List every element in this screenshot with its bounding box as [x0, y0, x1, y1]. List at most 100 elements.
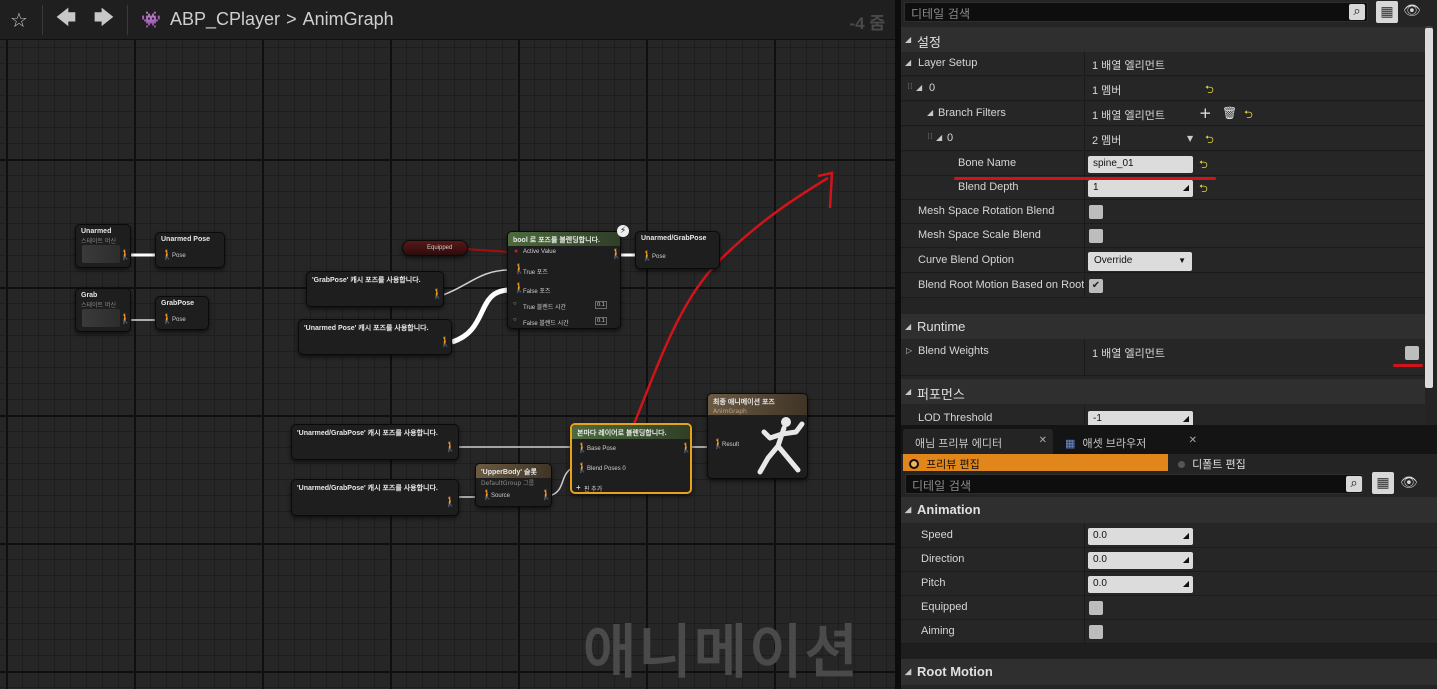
edit-defaults-button[interactable]: 디폴트 편집 — [1172, 454, 1272, 471]
speed-input[interactable]: 0.0 ◢ — [1088, 528, 1193, 545]
reset-to-default-icon[interactable]: ⮌ — [1199, 180, 1208, 199]
section-header-runtime[interactable]: ◢ Runtime — [901, 314, 1425, 339]
reset-to-default-icon[interactable]: ⮌ — [1205, 81, 1214, 100]
pitch-input[interactable]: 0.0 ◢ — [1088, 576, 1193, 593]
toolbar-divider — [42, 4, 43, 35]
float-pin-icon[interactable]: ○ — [513, 301, 517, 307]
output-pose-node[interactable]: 최종 애니메이션 포즈 AnimGraph 🚶 Result — [707, 393, 808, 479]
node-subtitle: 스테이트 머신 — [81, 302, 117, 309]
graph-watermark: 애니메이션 — [583, 618, 860, 686]
visibility-eye-icon[interactable]: 👁 — [1403, 3, 1421, 19]
pose-pin-icon[interactable]: 🚶 — [439, 338, 451, 348]
tab-anim-preview-editor[interactable]: 애님 프리뷰 에디터 ✕ — [903, 429, 1053, 454]
node-title: bool 로 포즈를 블렌딩합니다. — [508, 232, 620, 246]
pose-pin-icon[interactable]: 🚶 — [444, 498, 456, 508]
true-blend-time-input[interactable]: 0.1 — [595, 301, 607, 309]
breadcrumb-graph[interactable]: AnimGraph — [303, 9, 394, 30]
equipped-checkbox[interactable] — [1089, 601, 1103, 615]
details-scrollbar-thumb[interactable] — [1425, 28, 1433, 388]
state-machine-node-grab[interactable]: Grab 스테이트 머신 🚶 — [75, 288, 131, 332]
mesh-scale-blend-checkbox[interactable] — [1089, 229, 1103, 243]
add-pin-icon[interactable]: + — [576, 483, 581, 492]
pin-label: Blend Poses 0 — [587, 466, 626, 472]
pose-pin-icon[interactable]: 🚶 — [119, 251, 131, 261]
lod-threshold-input[interactable]: -1 ◢ — [1088, 411, 1193, 425]
use-cached-pose-node-unarmed-grab-2[interactable]: 'Unarmed/GrabPose' 캐시 포즈를 사용합니다. 🚶 — [291, 479, 459, 516]
section-header-settings[interactable]: ◢ 설정 — [901, 27, 1425, 52]
state-machine-thumbnail — [82, 245, 120, 263]
reset-to-default-icon[interactable]: ⮌ — [1199, 156, 1208, 175]
add-pin-label[interactable]: 핀 추가 — [584, 484, 602, 493]
delete-trash-icon[interactable]: 🗑 — [1222, 106, 1237, 120]
edit-preview-button[interactable]: 프리뷰 편집 — [903, 454, 1168, 471]
blend-depth-input[interactable]: 1 ◢ — [1088, 180, 1193, 197]
drag-handle-icon[interactable]: ⁞⁞ — [927, 132, 933, 142]
column-splitter — [1084, 340, 1085, 376]
preview-search-input[interactable]: 디테일 검색 — [905, 474, 1363, 494]
section-header-animation[interactable]: ◢ Animation — [901, 497, 1437, 523]
anim-graph-canvas[interactable]: Unarmed 스테이트 머신 🚶 Unarmed Pose 🚶 Pose Gr… — [0, 0, 895, 689]
property-label: Bone Name — [958, 157, 1017, 169]
tab-asset-browser[interactable]: ▦ 애셋 브라우저 ✕ — [1053, 429, 1203, 454]
collapse-triangle-icon[interactable]: ◢ — [905, 58, 911, 67]
state-machine-node-unarmed[interactable]: Unarmed 스테이트 머신 🚶 — [75, 224, 131, 268]
false-blend-time-input[interactable]: 0.1 — [595, 317, 607, 325]
asset-browser-icon: ▦ — [1065, 438, 1076, 450]
favorite-star-icon[interactable]: ☆ — [0, 0, 38, 40]
collapse-triangle-icon[interactable]: ◢ — [927, 108, 933, 117]
layered-blend-per-bone-node[interactable]: 본마다 레이어로 블렌딩합니다. 🚶 Base Pose 🚶 Blend Pos… — [570, 423, 692, 494]
chevron-down-icon[interactable]: ▼ — [1187, 134, 1193, 143]
add-element-icon[interactable]: + — [1199, 104, 1212, 122]
use-cached-pose-node-unarmed-grab-1[interactable]: 'Unarmed/GrabPose' 캐시 포즈를 사용합니다. 🚶 — [291, 424, 459, 460]
property-matrix-icon[interactable]: ▦ — [1376, 1, 1398, 23]
expand-triangle-icon[interactable]: ▷ — [906, 346, 912, 355]
speed-value: 0.0 — [1093, 530, 1107, 541]
node-subtitle: 스테이트 머신 — [81, 238, 117, 245]
pose-pin-icon[interactable]: 🚶 — [444, 443, 456, 453]
breadcrumb-asset[interactable]: ABP_CPlayer — [170, 9, 280, 30]
pose-pin-icon[interactable]: 🚶 — [431, 290, 443, 300]
collapse-triangle-icon[interactable]: ◢ — [916, 83, 922, 92]
visibility-eye-icon[interactable]: 👁 — [1400, 475, 1418, 491]
close-icon[interactable]: ✕ — [1039, 435, 1047, 446]
aiming-checkbox[interactable] — [1089, 625, 1103, 639]
use-cached-pose-node-grab[interactable]: 'GrabPose' 캐시 포즈를 사용합니다. 🚶 — [306, 271, 444, 307]
close-icon[interactable]: ✕ — [1189, 435, 1197, 446]
saved-pose-node-grab[interactable]: GrabPose 🚶 Pose — [155, 296, 209, 330]
saved-pose-node-unarmed-grab[interactable]: Unarmed/GrabPose 🚶 Pose — [635, 231, 720, 269]
section-header-performance[interactable]: ◢ 퍼포먼스 — [901, 379, 1425, 404]
forward-arrow-icon[interactable]: 🡆 — [85, 0, 123, 40]
output-pose-pin-icon[interactable]: 🚶 — [680, 444, 692, 454]
property-label: Blend Root Motion Based on Root Bone — [918, 279, 1084, 291]
bool-pin-icon[interactable]: ● — [514, 248, 518, 255]
variable-node-equipped[interactable]: Equipped — [402, 240, 468, 256]
bone-name-input[interactable]: spine_01 — [1088, 156, 1193, 173]
use-cached-pose-node-unarmed[interactable]: 'Unarmed Pose' 캐시 포즈를 사용합니다. 🚶 — [298, 319, 452, 355]
slot-node-upperbody[interactable]: 'UpperBody' 슬롯 DefaultGroup 그룹 🚶 Source … — [475, 463, 552, 507]
reset-to-default-icon[interactable]: ⮌ — [1244, 106, 1253, 125]
property-matrix-icon[interactable]: ▦ — [1372, 472, 1394, 494]
node-title: Unarmed — [81, 228, 112, 235]
property-label: Blend Depth — [958, 181, 1019, 193]
direction-input[interactable]: 0.0 ◢ — [1088, 552, 1193, 569]
search-icon[interactable]: ⌕ — [1349, 4, 1365, 20]
collapse-triangle-icon[interactable]: ◢ — [936, 133, 942, 142]
column-splitter — [1084, 127, 1085, 151]
blend-poses-by-bool-node[interactable]: bool 로 포즈를 블렌딩합니다. ● Active Value 🚶 True… — [507, 231, 622, 329]
details-search-input[interactable]: 디테일 검색 — [904, 2, 1368, 22]
section-header-root-motion[interactable]: ◢ Root Motion — [901, 659, 1437, 685]
float-pin-icon[interactable]: ○ — [513, 317, 517, 323]
anim-blueprint-icon[interactable]: 👾 — [132, 0, 170, 40]
blend-weights-checkbox[interactable] — [1405, 346, 1419, 360]
mesh-rotation-blend-checkbox[interactable] — [1089, 205, 1103, 219]
saved-pose-node-unarmed[interactable]: Unarmed Pose 🚶 Pose — [155, 232, 225, 268]
pose-pin-icon[interactable]: 🚶 — [119, 315, 131, 325]
output-pose-pin-icon[interactable]: 🚶 — [610, 250, 622, 260]
blend-root-motion-checkbox[interactable]: ✔ — [1089, 279, 1103, 293]
reset-to-default-icon[interactable]: ⮌ — [1205, 131, 1214, 150]
drag-handle-icon[interactable]: ⁞⁞ — [907, 82, 913, 92]
curve-blend-option-dropdown[interactable]: Override ▼ — [1088, 252, 1192, 271]
back-arrow-icon[interactable]: 🡄 — [47, 0, 85, 40]
output-pose-pin-icon[interactable]: 🚶 — [540, 491, 552, 501]
search-icon[interactable]: ⌕ — [1346, 476, 1362, 492]
